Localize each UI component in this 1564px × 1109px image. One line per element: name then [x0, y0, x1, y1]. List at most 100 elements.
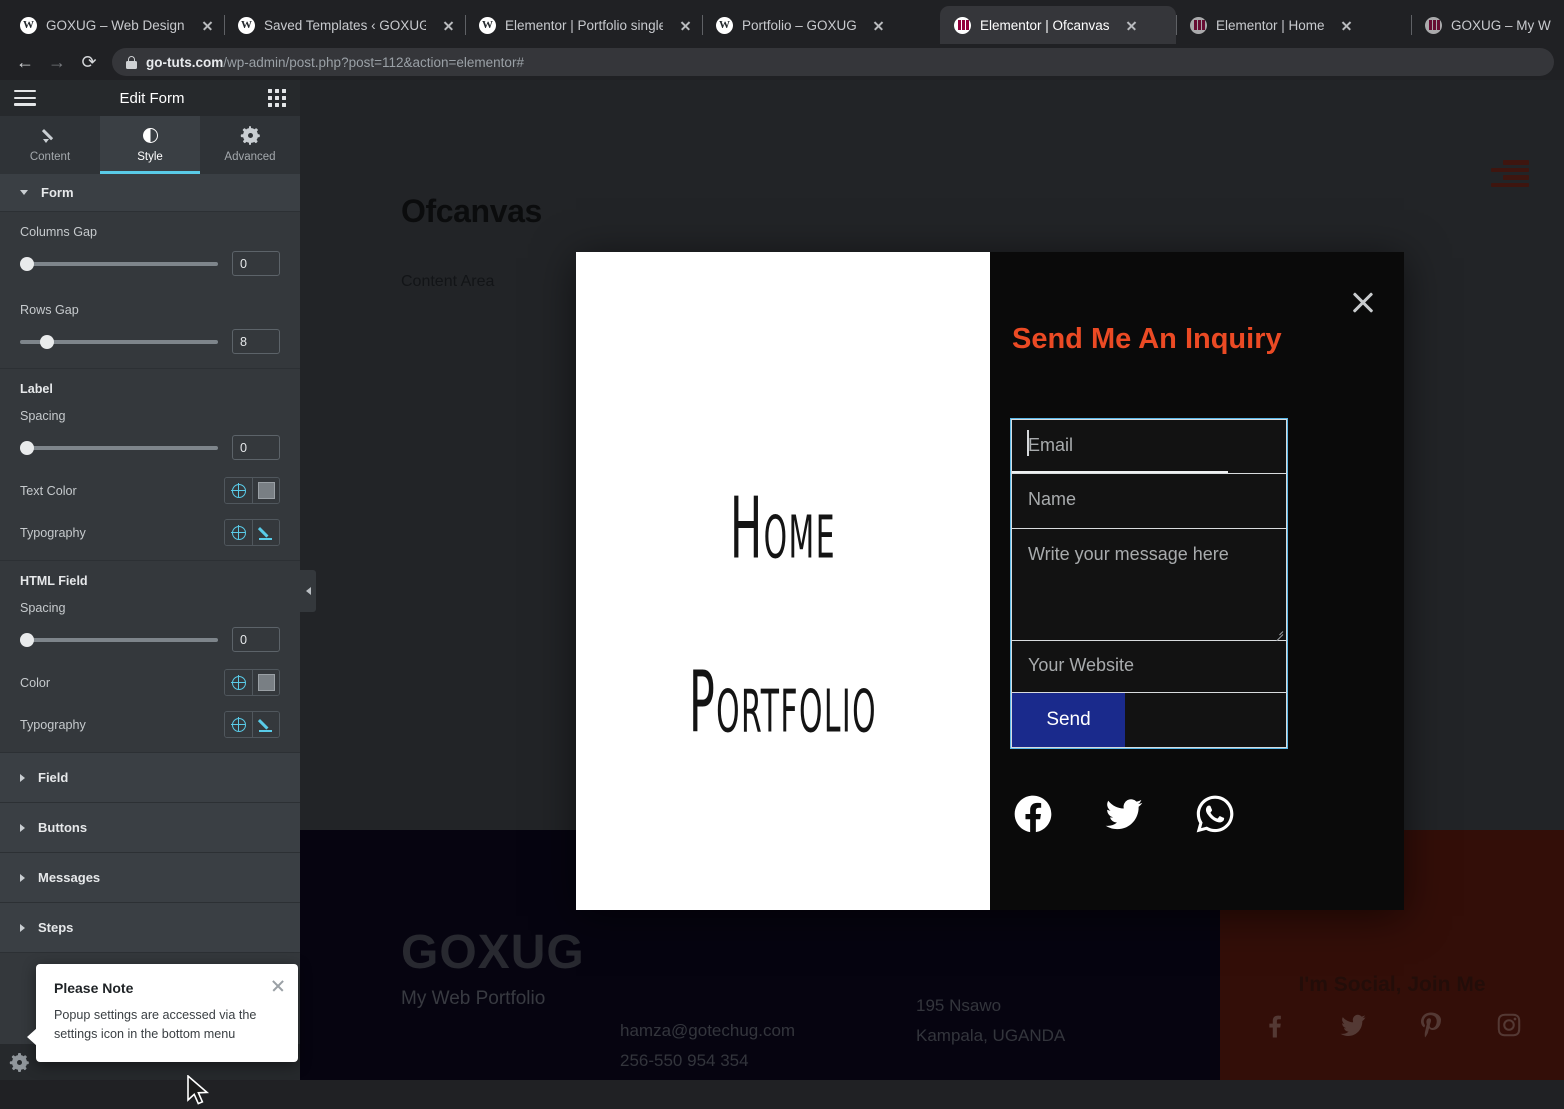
label-spacing-input[interactable]: 0	[232, 435, 280, 460]
forward-arrow-icon[interactable]: →	[42, 47, 72, 77]
close-tab-icon[interactable]	[1121, 14, 1143, 36]
columns-gap-slider[interactable]	[20, 256, 218, 271]
section-title: Steps	[38, 920, 74, 935]
menu-item-portfolio[interactable]: Portfolio	[634, 653, 932, 752]
section-buttons[interactable]: Buttons	[0, 803, 300, 853]
message-field[interactable]: Write your message here	[1011, 529, 1287, 642]
panel-title: Edit Form	[119, 89, 185, 107]
browser-tab[interactable]: GOXUG – Web Design Portfolio	[6, 6, 224, 44]
url-text: go-tuts.com/wp-admin/post.php?post=112&a…	[146, 55, 524, 70]
tab-title: GOXUG – Web Design Portfolio	[46, 17, 185, 33]
columns-gap-input[interactable]: 0	[232, 251, 280, 276]
color-swatch[interactable]	[252, 478, 279, 503]
pencil-edit-icon[interactable]	[252, 712, 279, 737]
hamburger-menu-icon[interactable]	[14, 90, 36, 106]
chevron-right-icon	[20, 773, 25, 782]
tab-content[interactable]: Content	[0, 116, 100, 174]
browser-tab[interactable]: Saved Templates ‹ GOXUG —  	[224, 6, 465, 44]
website-field[interactable]: Your Website	[1011, 641, 1287, 693]
section-messages[interactable]: Messages	[0, 853, 300, 903]
html-spacing-slider[interactable]	[20, 632, 218, 647]
close-tab-icon[interactable]	[674, 14, 696, 36]
browser-chrome: GOXUG – Web Design Portfolio Saved Templ…	[0, 0, 1564, 80]
offcanvas-popup: Home Portfolio Send Me An Inquiry Email …	[576, 252, 1404, 910]
responsive-globe-icon[interactable]	[225, 478, 252, 503]
wordpress-icon	[20, 16, 37, 34]
section-field[interactable]: Field	[0, 753, 300, 803]
tab-title: Elementor | Ofcanvas	[980, 17, 1110, 33]
close-tab-icon[interactable]	[1336, 14, 1358, 36]
facebook-icon[interactable]	[1011, 792, 1055, 836]
reload-icon[interactable]: ⟳	[74, 47, 104, 77]
group-label: Label Spacing 0 Text Color Typography	[0, 369, 300, 561]
tab-label: Style	[137, 150, 163, 163]
section-title: Form	[41, 185, 74, 200]
control-text-color: Text Color	[20, 477, 280, 504]
gear-icon[interactable]	[9, 1052, 29, 1072]
section-steps[interactable]: Steps	[0, 903, 300, 953]
section-title: Messages	[38, 870, 101, 885]
close-icon[interactable]	[1348, 287, 1378, 317]
field-underline	[1012, 471, 1228, 473]
control-label: Color	[20, 675, 51, 690]
browser-tab[interactable]: Elementor | Portfolio single	[465, 6, 702, 44]
close-icon[interactable]	[270, 978, 286, 994]
responsive-globe-icon[interactable]	[225, 670, 252, 695]
panel-controls[interactable]: Form Columns Gap 0 Rows Gap 8 Label Spac…	[0, 174, 300, 1044]
browser-tab[interactable]: Portfolio – GOXUG	[702, 6, 940, 44]
control-label: Text Color	[20, 483, 77, 498]
responsive-globe-icon[interactable]	[225, 520, 252, 545]
address-bar[interactable]: go-tuts.com/wp-admin/post.php?post=112&a…	[112, 48, 1554, 76]
tab-style[interactable]: Style	[100, 116, 200, 174]
panel-collapse-toggle[interactable]	[300, 570, 316, 612]
label-spacing-slider[interactable]	[20, 440, 218, 455]
tab-title: Portfolio – GOXUG	[742, 17, 857, 33]
panel-header: Edit Form	[0, 80, 300, 116]
form-fields-group: Email Name Write your message here Your …	[1010, 418, 1288, 749]
name-field[interactable]: Name	[1011, 474, 1287, 529]
elementor-icon	[954, 16, 971, 34]
responsive-globe-icon[interactable]	[225, 712, 252, 737]
submit-row: Send	[1011, 693, 1287, 748]
browser-tab-active[interactable]: Elementor | Ofcanvas	[940, 6, 1176, 44]
url-domain: go-tuts.com	[146, 54, 224, 70]
chevron-left-icon	[305, 587, 311, 595]
form-heading: Send Me An Inquiry	[1012, 323, 1282, 355]
send-button[interactable]: Send	[1012, 693, 1125, 747]
name-field-placeholder: Name	[1028, 489, 1077, 509]
rows-gap-input[interactable]: 8	[232, 329, 280, 354]
chevron-right-icon	[20, 823, 25, 832]
control-typography: Typography	[20, 711, 280, 738]
close-tab-icon[interactable]	[437, 14, 459, 36]
elementor-icon	[1190, 16, 1207, 34]
control-label: Columns Gap	[20, 225, 97, 239]
menu-item-home[interactable]: Home	[634, 479, 932, 578]
wordpress-icon	[479, 16, 496, 34]
close-tab-icon[interactable]	[196, 14, 218, 36]
section-form[interactable]: Form	[0, 174, 300, 212]
rows-gap-slider[interactable]	[20, 334, 218, 349]
wordpress-icon	[716, 16, 733, 34]
panel-tabs: Content Style Advanced	[0, 116, 300, 174]
resize-handle-icon[interactable]	[1274, 628, 1284, 642]
wordpress-icon	[238, 16, 255, 34]
section-title: Field	[38, 770, 69, 785]
close-tab-icon[interactable]	[868, 14, 890, 36]
tab-advanced[interactable]: Advanced	[200, 116, 300, 174]
email-field[interactable]: Email	[1011, 419, 1287, 474]
browser-tab[interactable]: Elementor | Home	[1176, 6, 1411, 44]
back-arrow-icon[interactable]: ←	[10, 47, 40, 77]
group-title: HTML Field	[20, 574, 88, 588]
browser-tab[interactable]: GOXUG – My W	[1411, 6, 1561, 44]
pencil-edit-icon[interactable]	[252, 520, 279, 545]
tab-title: Elementor | Home	[1216, 17, 1325, 33]
html-spacing-input[interactable]: 0	[232, 627, 280, 652]
lock-icon	[126, 55, 137, 69]
control-color: Color	[20, 669, 280, 696]
color-swatch[interactable]	[252, 670, 279, 695]
whatsapp-icon[interactable]	[1193, 792, 1237, 836]
tooltip-body: Popup settings are accessed via the sett…	[54, 1007, 257, 1041]
website-field-placeholder: Your Website	[1028, 655, 1135, 675]
twitter-icon[interactable]	[1102, 792, 1146, 836]
widgets-grid-icon[interactable]	[267, 89, 286, 107]
